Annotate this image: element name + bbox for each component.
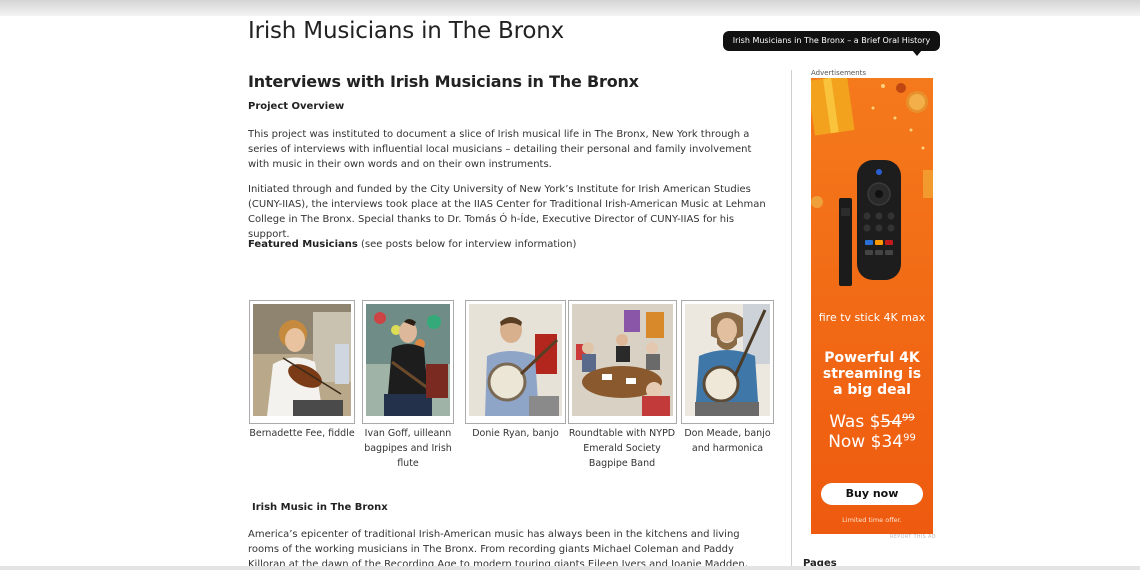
musician-caption: Donie Ryan, banjo xyxy=(472,428,559,439)
gallery-item[interactable]: Donie Ryan, banjo xyxy=(465,300,566,441)
featured-musicians-line: Featured Musicians (see posts below for … xyxy=(248,239,770,250)
featured-musicians-note: (see posts below for interview informati… xyxy=(357,239,577,250)
advertisement-banner[interactable]: fire tv stick 4K max Powerful 4K streami… xyxy=(811,78,933,534)
site-title[interactable]: Irish Musicians in The Bronx xyxy=(248,18,564,44)
ad-was-dollars: 54 xyxy=(880,412,903,432)
musicians-gallery: Bernadette Fee, fiddle Ivan Goff, uillea… xyxy=(248,300,776,470)
post-title[interactable]: Interviews with Irish Musicians in The B… xyxy=(248,72,770,91)
photo-frame[interactable] xyxy=(362,300,454,424)
project-overview-heading: Project Overview xyxy=(248,101,345,112)
post-content: Interviews with Irish Musicians in The B… xyxy=(248,72,774,570)
photo-frame[interactable] xyxy=(567,300,677,424)
sidebar-divider xyxy=(791,70,792,570)
paragraph-funding: Initiated through and funded by the City… xyxy=(248,184,766,240)
musician-photo-banjo[interactable] xyxy=(469,304,562,416)
musician-photo-banjo-harmonica[interactable] xyxy=(685,304,770,416)
featured-musicians-label: Featured Musicians xyxy=(248,239,358,250)
musician-caption: Roundtable with NYPD Emerald Society Bag… xyxy=(568,428,676,469)
roundtable-photo[interactable] xyxy=(571,304,673,416)
ad-footnote: Limited time offer. xyxy=(842,516,902,524)
ad-now-dollars: 34 xyxy=(881,432,904,452)
site-tagline: Irish Musicians in The Bronx – a Brief O… xyxy=(723,31,940,56)
musician-photo-uilleann-pipes[interactable] xyxy=(366,304,450,416)
ad-was-cents: 99 xyxy=(902,412,915,424)
gallery-item[interactable]: Ivan Goff, uilleann bagpipes and Irish f… xyxy=(362,300,454,471)
browser-top-band xyxy=(0,0,1140,16)
ad-headline: Powerful 4K streaming is a big deal xyxy=(822,350,922,398)
ad-artwork xyxy=(811,78,933,534)
ad-brand: fire tv stick 4K max xyxy=(818,311,926,324)
musician-photo-fiddle[interactable] xyxy=(253,304,351,416)
ad-now-label: Now $ xyxy=(828,432,882,452)
advertisements-label: Advertisements xyxy=(811,69,867,77)
photo-frame[interactable] xyxy=(465,300,566,424)
paragraph-bronx-history: America’s epicenter of traditional Irish… xyxy=(248,529,748,570)
gallery-item[interactable]: Bernadette Fee, fiddle xyxy=(248,300,356,441)
musician-caption: Ivan Goff, uilleann bagpipes and Irish f… xyxy=(364,428,452,469)
gallery-item[interactable]: Don Meade, banjo and harmonica xyxy=(681,300,774,456)
report-ad-link[interactable]: REPORT THIS AD xyxy=(890,534,936,540)
ad-now-price: Now $3499 xyxy=(811,432,933,452)
photo-frame[interactable] xyxy=(249,300,355,424)
section-heading: Irish Music in The Bronx xyxy=(252,502,388,513)
browser-bottom-band xyxy=(0,566,1140,570)
ad-now-cents: 99 xyxy=(903,432,916,444)
ad-was-label: Was $ xyxy=(829,412,881,432)
ad-buy-now-button[interactable]: Buy now xyxy=(821,483,923,505)
ad-was-price: Was $5499 xyxy=(811,412,933,432)
gallery-item[interactable]: Roundtable with NYPD Emerald Society Bag… xyxy=(566,300,678,471)
musician-caption: Don Meade, banjo and harmonica xyxy=(684,428,771,454)
photo-frame[interactable] xyxy=(681,300,774,424)
paragraph-intro: This project was instituted to document … xyxy=(248,129,752,170)
musician-caption: Bernadette Fee, fiddle xyxy=(249,428,355,439)
